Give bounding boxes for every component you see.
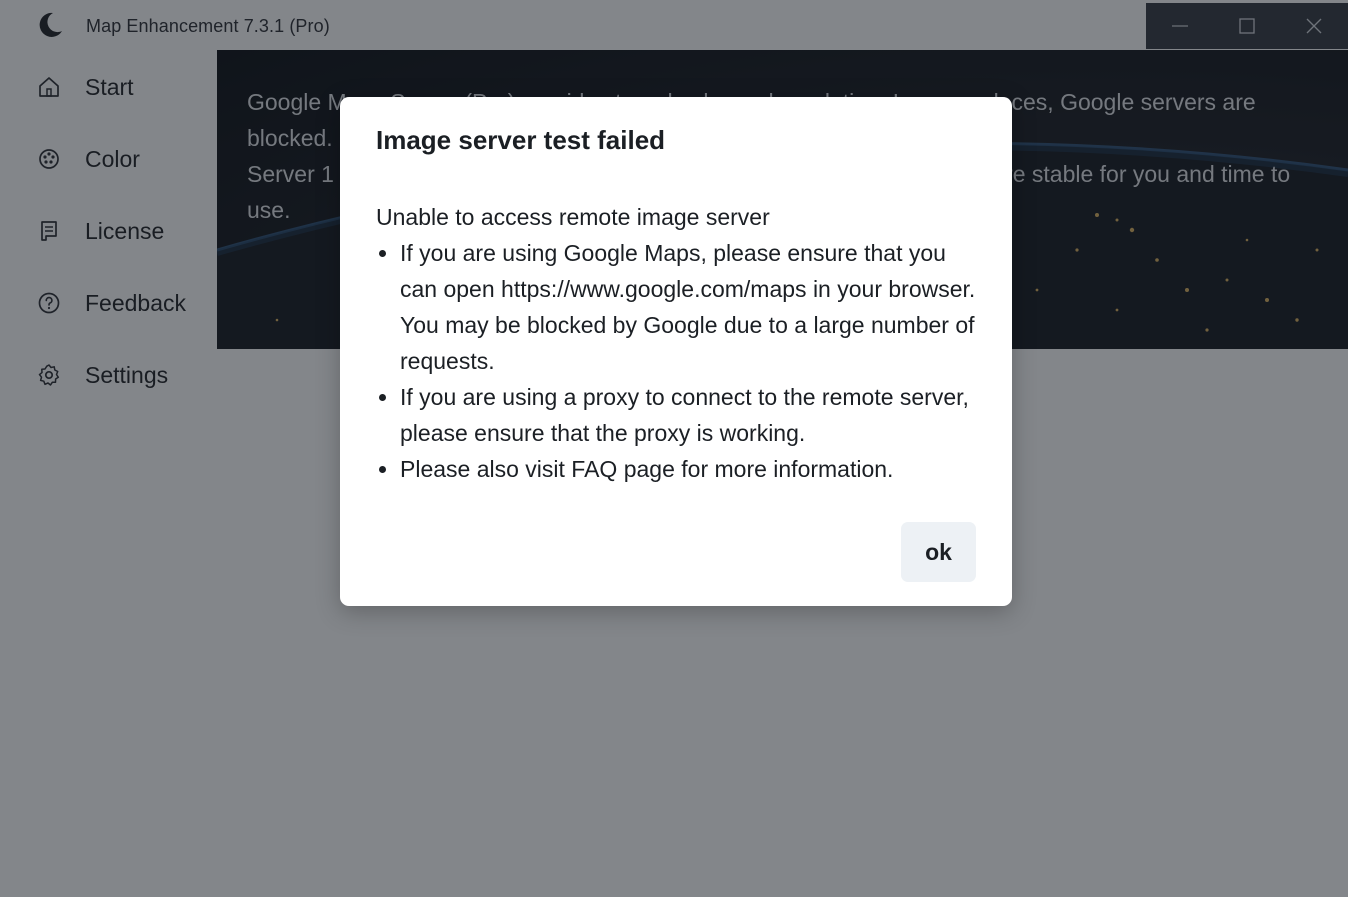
dialog-title: Image server test failed [376,125,666,155]
dialog-intro: Unable to access remote image server [376,204,770,230]
dialog-bullet-list: If you are using Google Maps, please ens… [376,235,986,487]
error-dialog: Image server test failed Unable to acces… [340,97,1012,606]
ok-button[interactable]: ok [901,522,976,582]
list-item: If you are using a proxy to connect to t… [400,379,986,451]
list-item: If you are using Google Maps, please ens… [400,235,986,379]
dialog-body: Unable to access remote image server If … [376,199,986,487]
app-window: Map Enhancement 7.3.1 (Pro) [0,0,1348,897]
list-item: Please also visit FAQ page for more info… [400,451,986,487]
